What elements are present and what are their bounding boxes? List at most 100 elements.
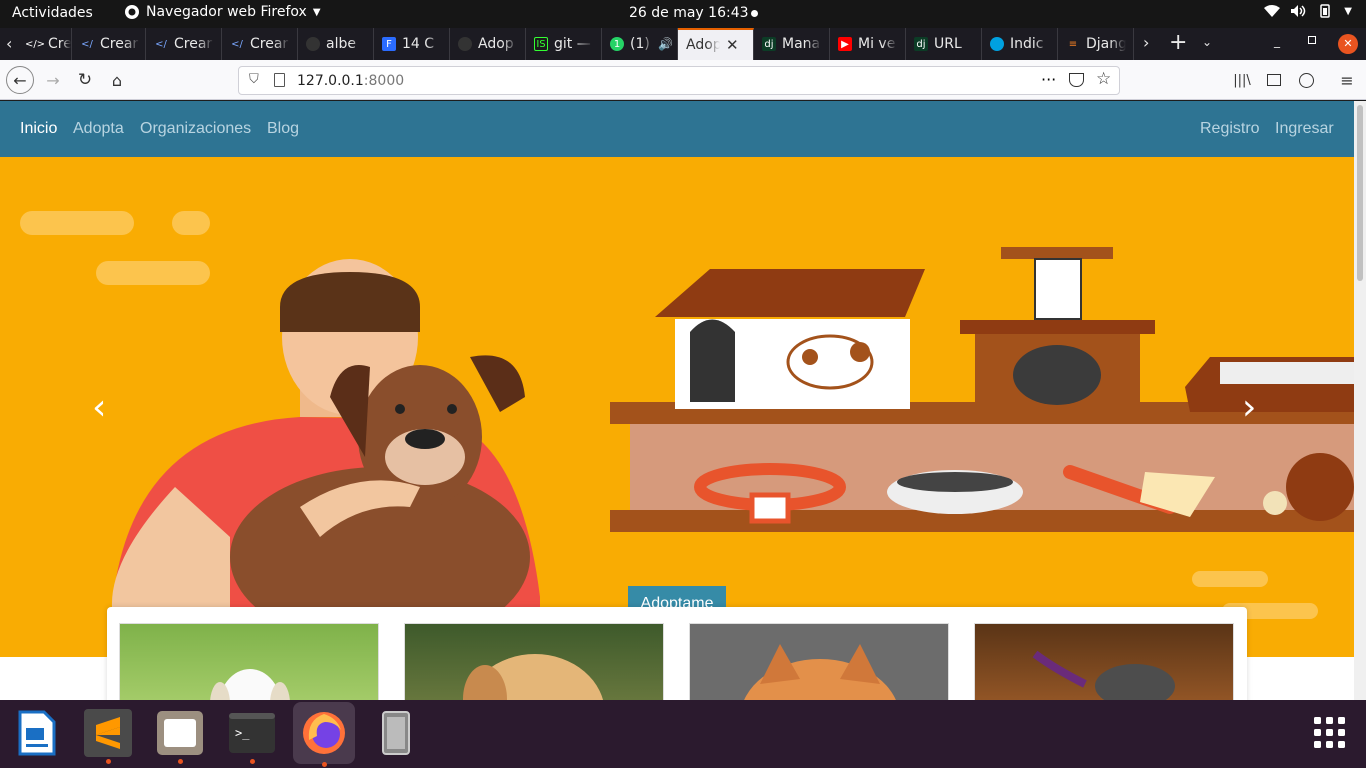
tab-strip: ‹ </>Crear </Crear </Crear </Crear albe … bbox=[0, 28, 1366, 60]
tab[interactable]: </Crear bbox=[72, 28, 146, 60]
whatsapp-icon: 1 bbox=[610, 37, 624, 51]
close-window-icon[interactable]: ✕ bbox=[1338, 34, 1358, 54]
tab[interactable]: Indic bbox=[982, 28, 1058, 60]
dock-sublime-text[interactable] bbox=[80, 705, 136, 764]
chevron-down-icon: ▼ bbox=[1344, 5, 1352, 17]
tab[interactable]: </Crear bbox=[146, 28, 222, 60]
tab[interactable]: albe bbox=[298, 28, 374, 60]
home-button[interactable]: ⌂ bbox=[103, 66, 131, 94]
more-actions-icon[interactable]: ··· bbox=[1041, 70, 1056, 89]
forward-button[interactable]: → bbox=[39, 66, 67, 94]
hero-carousel: ‹ › Adoptame bbox=[0, 157, 1354, 657]
code-icon: </> bbox=[24, 38, 46, 50]
files-folder-icon bbox=[157, 711, 203, 755]
nav-link-ingresar[interactable]: Ingresar bbox=[1275, 120, 1334, 138]
url-text[interactable]: 127.0.0.1:8000 bbox=[297, 73, 404, 89]
site-navbar: Inicio Adopta Organizaciones Blog Regist… bbox=[0, 101, 1354, 157]
tab[interactable]: </>Crear bbox=[20, 28, 72, 60]
hero-illustration bbox=[20, 211, 1354, 647]
tab[interactable]: F 14 C bbox=[374, 28, 450, 60]
arrow-left-icon: ← bbox=[13, 70, 27, 90]
pet-card[interactable] bbox=[974, 623, 1234, 700]
library-button[interactable]: |||\ bbox=[1228, 66, 1256, 94]
wifi-icon bbox=[1264, 5, 1281, 17]
clock[interactable]: 26 de may 16:43 bbox=[629, 5, 749, 21]
menu-button[interactable]: ≡ bbox=[1333, 66, 1361, 94]
app-menu[interactable]: Navegador web Firefox ▼ bbox=[124, 4, 321, 20]
running-indicator bbox=[322, 762, 327, 767]
youtube-icon: ▶ bbox=[838, 37, 852, 51]
system-dock: >_ bbox=[0, 700, 1366, 768]
sidebar-icon bbox=[1267, 74, 1281, 86]
firefox-icon bbox=[125, 5, 139, 19]
web-page: Inicio Adopta Organizaciones Blog Regist… bbox=[0, 101, 1354, 700]
app-grid-icon bbox=[1314, 717, 1345, 748]
close-icon[interactable]: ✕ bbox=[726, 36, 739, 54]
golden-puppy-photo bbox=[463, 654, 604, 700]
code-icon: </ bbox=[231, 38, 243, 50]
dock-files[interactable] bbox=[152, 705, 208, 764]
bookmark-star-icon[interactable]: ☆ bbox=[1096, 69, 1111, 89]
activities-button[interactable]: Actividades bbox=[12, 5, 93, 21]
new-tab-icon[interactable]: + bbox=[1169, 30, 1187, 55]
tab[interactable]: IS git — bbox=[526, 28, 602, 60]
back-button[interactable]: ← bbox=[6, 66, 34, 94]
library-icon: |||\ bbox=[1233, 72, 1251, 88]
orange-cat-photo bbox=[744, 644, 896, 700]
terminal-icon: IS bbox=[534, 37, 548, 51]
tab-scroll-right-icon[interactable]: › bbox=[1143, 33, 1149, 52]
pet-card[interactable] bbox=[119, 623, 379, 700]
system-tray[interactable]: ▼ bbox=[1264, 4, 1352, 18]
minimize-icon[interactable]: _ bbox=[1274, 34, 1280, 48]
tab[interactable]: 1 (1) 🔊 bbox=[602, 28, 678, 60]
dock-terminal[interactable]: >_ bbox=[224, 705, 280, 764]
carousel-prev-icon[interactable]: ‹ bbox=[92, 387, 106, 428]
show-applications-button[interactable] bbox=[1302, 705, 1358, 761]
scrollbar-thumb[interactable] bbox=[1357, 105, 1363, 281]
tab[interactable]: dj Mana bbox=[754, 28, 830, 60]
shield-icon[interactable]: ⛉ bbox=[249, 72, 259, 87]
pocket-icon[interactable] bbox=[1069, 73, 1084, 87]
tab-scroll-left-icon[interactable]: ‹ bbox=[6, 34, 12, 53]
salesforce-icon bbox=[990, 37, 1004, 51]
tab-list-icon[interactable]: ⌄ bbox=[1202, 35, 1212, 49]
reload-button[interactable]: ↻ bbox=[71, 66, 99, 94]
pet-card[interactable] bbox=[404, 623, 664, 700]
tab[interactable]: </Crear bbox=[222, 28, 298, 60]
chevron-down-icon: ▼ bbox=[312, 6, 321, 18]
pet-card[interactable] bbox=[689, 623, 949, 700]
dock-writer[interactable] bbox=[8, 705, 64, 761]
page-icon[interactable] bbox=[274, 73, 285, 87]
django-icon: dj bbox=[762, 37, 776, 51]
tab[interactable]: ≡ Djang bbox=[1058, 28, 1134, 60]
terminal-icon: >_ bbox=[229, 713, 275, 753]
tab[interactable]: dj URL bbox=[906, 28, 982, 60]
running-indicator bbox=[250, 759, 255, 764]
app-name: Navegador web Firefox bbox=[146, 4, 307, 20]
nav-link-organizaciones[interactable]: Organizaciones bbox=[140, 120, 251, 138]
carousel-next-icon[interactable]: › bbox=[1242, 387, 1256, 428]
home-icon: ⌂ bbox=[111, 70, 123, 90]
stackoverflow-icon: ≡ bbox=[1068, 38, 1078, 50]
github-icon bbox=[306, 37, 320, 51]
nav-link-adopta[interactable]: Adopta bbox=[73, 120, 124, 138]
writer-document-icon bbox=[18, 710, 56, 756]
tab[interactable]: ▶ Mi ve bbox=[830, 28, 906, 60]
maximize-icon[interactable] bbox=[1308, 36, 1316, 44]
notification-dot-icon bbox=[751, 10, 758, 17]
tab-active[interactable]: Adop ✕ bbox=[678, 28, 754, 60]
volume-icon bbox=[1291, 5, 1306, 17]
nav-link-inicio[interactable]: Inicio bbox=[20, 120, 57, 138]
page-scrollbar[interactable] bbox=[1354, 101, 1366, 700]
tab[interactable]: Adop bbox=[450, 28, 526, 60]
dock-firefox[interactable] bbox=[293, 702, 355, 767]
arrow-right-icon: → bbox=[46, 70, 60, 90]
dock-device[interactable] bbox=[368, 705, 424, 761]
url-bar[interactable]: ⛉ 127.0.0.1:8000 ··· ☆ bbox=[238, 66, 1120, 95]
nav-link-registro[interactable]: Registro bbox=[1200, 120, 1260, 138]
sidebar-button[interactable] bbox=[1260, 66, 1288, 94]
account-button[interactable] bbox=[1292, 66, 1320, 94]
svg-text:>_: >_ bbox=[235, 726, 250, 740]
speaker-icon[interactable]: 🔊 bbox=[658, 37, 673, 51]
nav-link-blog[interactable]: Blog bbox=[267, 120, 299, 138]
